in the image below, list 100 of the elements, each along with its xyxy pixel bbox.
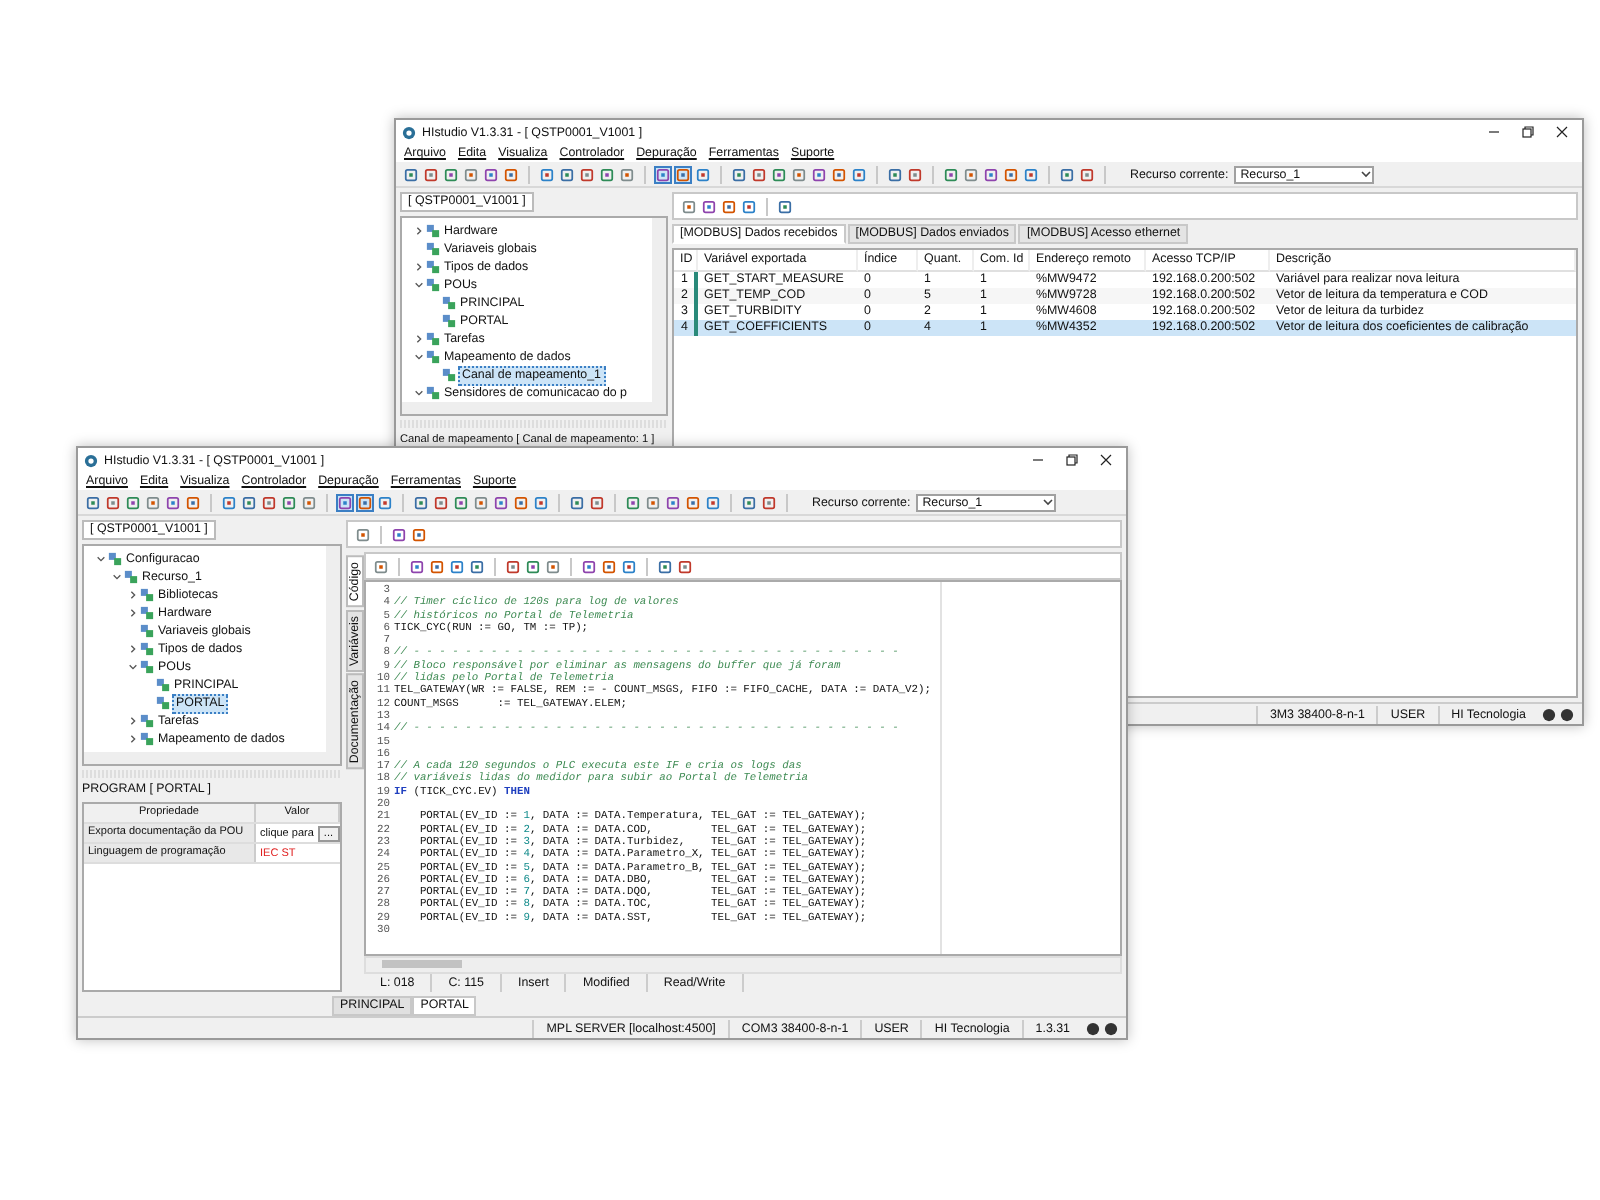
- chevron-icon[interactable]: [414, 388, 424, 398]
- toolbar-button[interactable]: [442, 165, 460, 183]
- toolbar-button[interactable]: [472, 493, 490, 511]
- toolbar-button[interactable]: [676, 557, 694, 575]
- toolbar-button[interactable]: [1078, 165, 1096, 183]
- toolbar-button[interactable]: [790, 165, 808, 183]
- toolbar-button[interactable]: [408, 557, 426, 575]
- chevron-icon[interactable]: [128, 716, 138, 726]
- toolbar-button[interactable]: [906, 165, 924, 183]
- toolbar-button[interactable]: [1002, 165, 1020, 183]
- toolbar-button[interactable]: [730, 165, 748, 183]
- toolbar-button[interactable]: [830, 165, 848, 183]
- chevron-icon[interactable]: [414, 334, 424, 344]
- tool-icon: [106, 495, 120, 509]
- toolbar-button[interactable]: [588, 493, 606, 511]
- toolbar-button[interactable]: [598, 165, 616, 183]
- toolbar-button[interactable]: [372, 557, 390, 575]
- toolbar-button[interactable]: [452, 493, 470, 511]
- toolbar-button[interactable]: [568, 493, 586, 511]
- chevron-icon[interactable]: [128, 590, 138, 600]
- toolbar-button[interactable]: [504, 557, 522, 575]
- toolbar-button[interactable]: [422, 165, 440, 183]
- toolbar-button[interactable]: [184, 493, 202, 511]
- toolbar-button[interactable]: [776, 197, 794, 215]
- toolbar-button[interactable]: [558, 165, 576, 183]
- toolbar-button[interactable]: [720, 197, 738, 215]
- toolbar-button[interactable]: [886, 165, 904, 183]
- toolbar-button[interactable]: [624, 493, 642, 511]
- toolbar-button[interactable]: [462, 165, 480, 183]
- toolbar-button[interactable]: [644, 493, 662, 511]
- chevron-icon[interactable]: [128, 644, 138, 654]
- toolbar-button[interactable]: [538, 165, 556, 183]
- toolbar-button[interactable]: [580, 557, 598, 575]
- toolbar-button[interactable]: [544, 557, 562, 575]
- toolbar-button[interactable]: [260, 493, 278, 511]
- chevron-icon[interactable]: [96, 554, 106, 564]
- toolbar-button[interactable]: [300, 493, 318, 511]
- toolbar-button[interactable]: [578, 165, 596, 183]
- toolbar-button[interactable]: [482, 165, 500, 183]
- toolbar-button[interactable]: [684, 493, 702, 511]
- toolbar-button[interactable]: [700, 197, 718, 215]
- toolbar-button[interactable]: [656, 557, 674, 575]
- toolbar-button[interactable]: [144, 493, 162, 511]
- toolbar-button[interactable]: [376, 493, 394, 511]
- toolbar-button[interactable]: [850, 165, 868, 183]
- toolbar-button[interactable]: [448, 557, 466, 575]
- toolbar-button[interactable]: [740, 197, 758, 215]
- toolbar-button[interactable]: [740, 493, 758, 511]
- toolbar-button[interactable]: [664, 493, 682, 511]
- toolbar-button[interactable]: [412, 493, 430, 511]
- toolbar-button[interactable]: [432, 493, 450, 511]
- toolbar-button[interactable]: [410, 525, 428, 543]
- code-editor[interactable]: [364, 580, 1122, 956]
- toolbar-button[interactable]: [810, 165, 828, 183]
- toolbar-button[interactable]: [468, 557, 486, 575]
- chevron-icon[interactable]: [414, 226, 424, 236]
- toolbar-button[interactable]: [512, 493, 530, 511]
- toolbar-button[interactable]: [1058, 165, 1076, 183]
- toolbar-button[interactable]: [962, 165, 980, 183]
- toolbar-button[interactable]: [680, 197, 698, 215]
- chevron-icon[interactable]: [414, 262, 424, 272]
- chevron-icon[interactable]: [128, 662, 138, 672]
- chevron-icon[interactable]: [128, 608, 138, 618]
- toolbar-button[interactable]: [1022, 165, 1040, 183]
- tool-icon: [474, 495, 488, 509]
- toolbar-button[interactable]: [84, 493, 102, 511]
- toolbar-button[interactable]: [390, 525, 408, 543]
- toolbar-button[interactable]: [620, 557, 638, 575]
- toolbar-button[interactable]: [942, 165, 960, 183]
- toolbar-button[interactable]: [402, 165, 420, 183]
- toolbar-button[interactable]: [280, 493, 298, 511]
- toolbar-button[interactable]: [618, 165, 636, 183]
- toolbar-button[interactable]: [354, 525, 372, 543]
- toolbar-button[interactable]: [654, 165, 672, 183]
- chevron-icon[interactable]: [128, 734, 138, 744]
- toolbar-button[interactable]: [104, 493, 122, 511]
- toolbar-button[interactable]: [502, 165, 520, 183]
- chevron-icon[interactable]: [414, 280, 424, 290]
- toolbar-button[interactable]: [124, 493, 142, 511]
- toolbar-button[interactable]: [428, 557, 446, 575]
- scrollbar[interactable]: [364, 956, 1122, 974]
- toolbar-button[interactable]: [532, 493, 550, 511]
- toolbar-button[interactable]: [492, 493, 510, 511]
- toolbar-button[interactable]: [760, 493, 778, 511]
- chevron-icon[interactable]: [414, 352, 424, 362]
- toolbar-button[interactable]: [336, 493, 354, 511]
- toolbar-button[interactable]: [240, 493, 258, 511]
- toolbar-button[interactable]: [164, 493, 182, 511]
- toolbar-button[interactable]: [770, 165, 788, 183]
- toolbar-button[interactable]: [600, 557, 618, 575]
- chevron-icon[interactable]: [112, 572, 122, 582]
- toolbar-button[interactable]: [750, 165, 768, 183]
- toolbar-button[interactable]: [220, 493, 238, 511]
- toolbar-button[interactable]: [694, 165, 712, 183]
- toolbar-button[interactable]: [524, 557, 542, 575]
- toolbar-button[interactable]: [356, 493, 374, 511]
- toolbar-button[interactable]: [674, 165, 692, 183]
- toolbar-button[interactable]: [704, 493, 722, 511]
- toolbar-button[interactable]: [982, 165, 1000, 183]
- tree-node-icon: [156, 678, 170, 692]
